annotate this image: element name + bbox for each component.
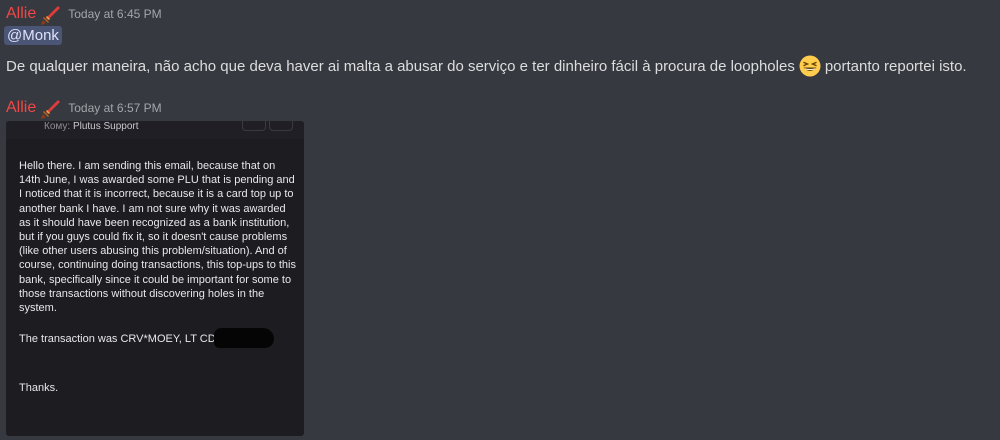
grinning-squinting-face-icon[interactable] — [799, 55, 821, 77]
email-transaction-line: The transaction was CRV*MOEY, LT CD — [19, 328, 297, 349]
author-name[interactable]: Allie — [6, 99, 36, 117]
message-text-part-2: portanto reportei isto. — [824, 57, 967, 75]
message-timestamp[interactable]: Today at 6:45 PM — [68, 7, 161, 21]
message-header: Allie Today at 6:57 PM — [6, 96, 162, 120]
image-attachment[interactable]: Кому: Plutus Support Hello there. I am s… — [6, 121, 304, 436]
author-name[interactable]: Allie — [6, 5, 36, 23]
email-action-button — [269, 121, 293, 131]
message-1: Allie Today at 6:45 PM @Monk De qualquer… — [0, 0, 1000, 90]
email-signoff: Thanks. — [19, 382, 59, 395]
email-paragraph: Hello there. I am sending this email, be… — [19, 160, 296, 315]
message-timestamp[interactable]: Today at 6:57 PM — [68, 101, 161, 115]
email-action-button — [242, 121, 266, 131]
message-text: De qualquer maneira, não acho que deva h… — [6, 55, 967, 77]
sword-icon — [39, 99, 61, 119]
sword-icon — [39, 5, 61, 25]
user-mention[interactable]: @Monk — [4, 26, 62, 45]
email-body: Hello there. I am sending this email, be… — [19, 159, 297, 395]
message-text-part-1: De qualquer maneira, não acho que deva h… — [6, 57, 795, 75]
redaction-scribble — [213, 328, 274, 349]
email-header-bar: Кому: Plutus Support — [6, 121, 304, 139]
message-header: Allie Today at 6:45 PM — [6, 2, 162, 26]
email-recipient: Кому: Plutus Support — [44, 121, 139, 132]
recipient-value: Plutus Support — [72, 121, 139, 132]
recipient-label: Кому: — [44, 121, 71, 132]
transaction-text: The transaction was CRV*MOEY, LT CD — [19, 333, 216, 346]
